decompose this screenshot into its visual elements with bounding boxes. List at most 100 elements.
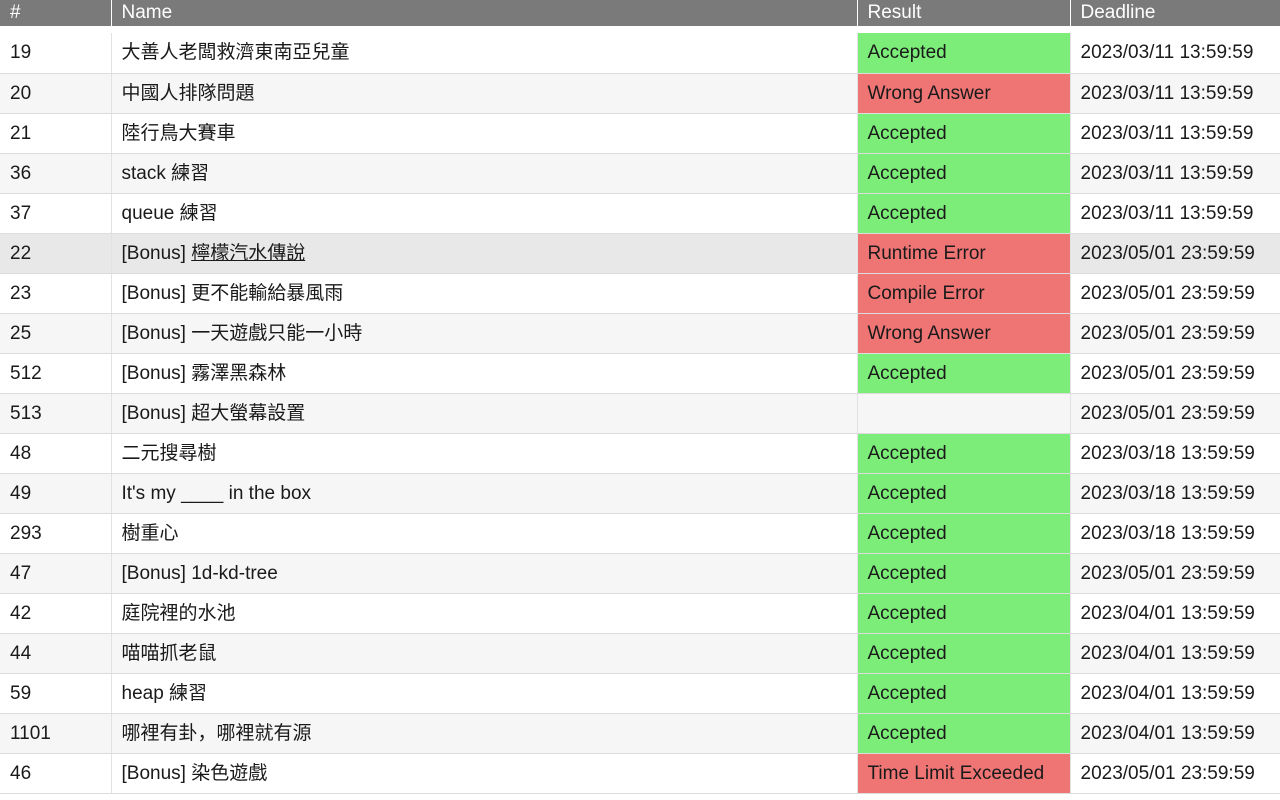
problem-name-link[interactable]: queue 練習: [122, 203, 218, 224]
table-row[interactable]: 59 heap 練習 Accepted 2023/04/01 13:59:59: [0, 673, 1280, 714]
problem-name-link[interactable]: 喵喵抓老鼠: [122, 643, 217, 664]
result-badge: Accepted: [857, 113, 1071, 154]
deadline: 2023/03/11 13:59:59: [1070, 153, 1280, 194]
problem-name-link[interactable]: It's my ____ in the box: [122, 483, 312, 504]
problem-name-link[interactable]: [Bonus] 超大螢幕設置: [122, 403, 306, 424]
problem-name-cell[interactable]: 庭院裡的水池: [111, 593, 858, 634]
problem-name-cell[interactable]: [Bonus] 更不能輸給暴風雨: [111, 273, 858, 314]
column-header-name[interactable]: Name: [111, 0, 858, 26]
table-body: 19 大善人老闆救濟東南亞兒童 Accepted 2023/03/11 13:59:5…: [0, 33, 1280, 794]
table-row[interactable]: 44 喵喵抓老鼠 Accepted 2023/04/01 13:59:59: [0, 633, 1280, 674]
table-row[interactable]: 48 二元搜尋樹 Accepted 2023/03/18 13:59:59: [0, 433, 1280, 474]
problem-name-link[interactable]: 哪裡有卦，哪裡就有源: [122, 723, 312, 744]
problem-id: 1101: [0, 713, 112, 754]
result-badge: Runtime Error: [857, 233, 1071, 274]
result-badge: Accepted: [857, 153, 1071, 194]
problem-name-cell[interactable]: It's my ____ in the box: [111, 473, 858, 514]
deadline: 2023/03/18 13:59:59: [1070, 513, 1280, 554]
problem-name-link[interactable]: [Bonus] 霧澤黑森林: [122, 363, 287, 384]
problem-name-link[interactable]: 陸行鳥大賽車: [122, 123, 236, 144]
table-row[interactable]: 20 中國人排隊問題 Wrong Answer 2023/03/11 13:59:59: [0, 73, 1280, 114]
problem-name-link[interactable]: stack 練習: [122, 163, 210, 184]
deadline: 2023/03/11 13:59:59: [1070, 73, 1280, 114]
table-row[interactable]: 37 queue 練習 Accepted 2023/03/11 13:59:59: [0, 193, 1280, 234]
problem-name-prefix: [Bonus]: [121, 242, 192, 264]
problem-name-link[interactable]: [Bonus] 染色遊戲: [122, 763, 268, 784]
deadline: 2023/04/01 13:59:59: [1070, 633, 1280, 674]
problem-name-link[interactable]: 大善人老闆救濟東南亞兒童: [122, 42, 350, 63]
problem-name-link[interactable]: 檸檬汽水傳說: [191, 243, 305, 264]
table-row[interactable]: 19 大善人老闆救濟東南亞兒童 Accepted 2023/03/11 13:59:5…: [0, 33, 1280, 74]
table-row[interactable]: 47 [Bonus] 1d-kd-tree Accepted 2023/05/01 2…: [0, 553, 1280, 594]
table-header: # Name Result Deadline: [0, 0, 1280, 26]
header-row: # Name Result Deadline: [0, 0, 1280, 26]
problem-id: 22: [0, 233, 112, 274]
problem-id: 19: [0, 33, 112, 74]
problem-name-link[interactable]: 庭院裡的水池: [122, 603, 236, 624]
problem-name-cell[interactable]: 大善人老闆救濟東南亞兒童: [111, 33, 858, 74]
table-row[interactable]: 293 樹重心 Accepted 2023/03/18 13:59:59: [0, 513, 1280, 554]
table-row[interactable]: 22 [Bonus] 檸檬汽水傳說 Runtime Error 2023/05/01 …: [0, 233, 1280, 274]
problem-name-link[interactable]: [Bonus] 一天遊戲只能一小時: [122, 323, 363, 344]
table-row[interactable]: 46 [Bonus] 染色遊戲 Time Limit Exceeded 2023/05…: [0, 753, 1280, 794]
problem-name-link[interactable]: [Bonus] 1d-kd-tree: [122, 563, 278, 584]
table-row[interactable]: 36 stack 練習 Accepted 2023/03/11 13:59:59: [0, 153, 1280, 194]
result-badge: Compile Error: [857, 273, 1071, 314]
problem-name-link[interactable]: 二元搜尋樹: [122, 443, 217, 464]
problem-name-cell[interactable]: heap 練習: [111, 673, 858, 714]
column-header-result[interactable]: Result: [857, 0, 1071, 26]
table-row[interactable]: 49 It's my ____ in the box Accepted 2023/03…: [0, 473, 1280, 514]
problem-id: 59: [0, 673, 112, 714]
problem-name-cell[interactable]: 樹重心: [111, 513, 858, 554]
problem-id: 47: [0, 553, 112, 594]
deadline: 2023/05/01 23:59:59: [1070, 353, 1280, 394]
problem-id: 46: [0, 753, 112, 794]
problem-name-cell[interactable]: [Bonus] 霧澤黑森林: [111, 353, 858, 394]
spacer: [0, 26, 1280, 33]
problem-name-cell[interactable]: [Bonus] 超大螢幕設置: [111, 393, 858, 434]
result-badge: Accepted: [857, 433, 1071, 474]
problem-id: 21: [0, 113, 112, 154]
table-row[interactable]: 21 陸行鳥大賽車 Accepted 2023/03/11 13:59:59: [0, 113, 1280, 154]
table-row[interactable]: 25 [Bonus] 一天遊戲只能一小時 Wrong Answer 2023/05/0…: [0, 313, 1280, 354]
problem-name-cell[interactable]: 中國人排隊問題: [111, 73, 858, 114]
problem-name-cell[interactable]: queue 練習: [111, 193, 858, 234]
table-row[interactable]: 42 庭院裡的水池 Accepted 2023/04/01 13:59:59: [0, 593, 1280, 634]
result-badge: Accepted: [857, 353, 1071, 394]
problem-name-cell[interactable]: [Bonus] 1d-kd-tree: [111, 553, 858, 594]
result-badge: Accepted: [857, 633, 1071, 674]
problem-id: 48: [0, 433, 112, 474]
problem-name-cell[interactable]: 陸行鳥大賽車: [111, 113, 858, 154]
problem-name-link[interactable]: 樹重心: [122, 523, 179, 544]
problem-id: 36: [0, 153, 112, 194]
result-badge: Accepted: [857, 553, 1071, 594]
result-badge: Time Limit Exceeded: [857, 753, 1071, 794]
problem-name-link[interactable]: [Bonus] 更不能輸給暴風雨: [122, 283, 344, 304]
column-header-deadline[interactable]: Deadline: [1070, 0, 1280, 26]
table-row[interactable]: 1101 哪裡有卦，哪裡就有源 Accepted 2023/04/01 13:59:5…: [0, 713, 1280, 754]
deadline: 2023/03/18 13:59:59: [1070, 473, 1280, 514]
problem-id: 512: [0, 353, 112, 394]
deadline: 2023/05/01 23:59:59: [1070, 273, 1280, 314]
result-badge: Accepted: [857, 593, 1071, 634]
problem-name-cell[interactable]: [Bonus] 染色遊戲: [111, 753, 858, 794]
problem-id: 293: [0, 513, 112, 554]
table-row[interactable]: 23 [Bonus] 更不能輸給暴風雨 Compile Error 2023/05/0…: [0, 273, 1280, 314]
problem-name-cell[interactable]: 喵喵抓老鼠: [111, 633, 858, 674]
deadline: 2023/05/01 23:59:59: [1070, 393, 1280, 434]
problem-id: 23: [0, 273, 112, 314]
deadline: 2023/03/11 13:59:59: [1070, 33, 1280, 74]
table-row[interactable]: 512 [Bonus] 霧澤黑森林 Accepted 2023/05/01 23:59…: [0, 353, 1280, 394]
problem-name-cell[interactable]: 二元搜尋樹: [111, 433, 858, 474]
problem-name-cell[interactable]: 哪裡有卦，哪裡就有源: [111, 713, 858, 754]
problem-name-link[interactable]: heap 練習: [122, 683, 208, 704]
deadline: 2023/05/01 23:59:59: [1070, 313, 1280, 354]
result-badge: Accepted: [857, 473, 1071, 514]
table-row[interactable]: 513 [Bonus] 超大螢幕設置 2023/05/01 23:59:59: [0, 393, 1280, 434]
problem-id: 49: [0, 473, 112, 514]
problem-name-cell[interactable]: [Bonus] 檸檬汽水傳說: [111, 233, 858, 274]
problem-name-link[interactable]: 中國人排隊問題: [122, 83, 255, 104]
column-header-id[interactable]: #: [0, 0, 112, 26]
problem-name-cell[interactable]: stack 練習: [111, 153, 858, 194]
problem-name-cell[interactable]: [Bonus] 一天遊戲只能一小時: [111, 313, 858, 354]
